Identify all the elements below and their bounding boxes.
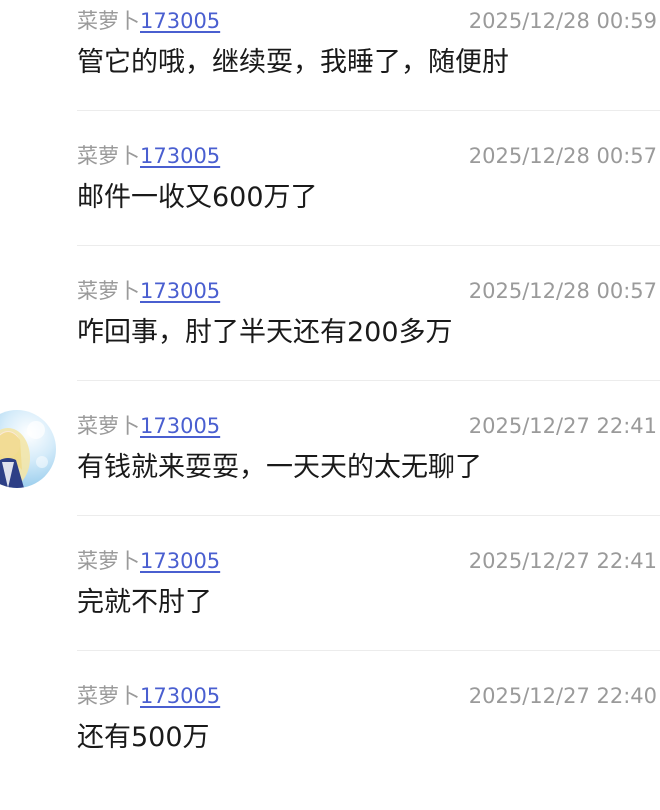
comment-author: 菜萝卜173005 bbox=[77, 143, 220, 169]
comment-feed: 菜萝卜173005 2025/12/28 00:59 管它的哦，继续耍，我睡了，… bbox=[0, 0, 660, 797]
author-id-link[interactable]: 173005 bbox=[140, 9, 220, 33]
comment-text: 有钱就来耍耍，一天天的太无聊了 bbox=[77, 452, 482, 483]
comment-text: 咋回事，肘了半天还有200多万 bbox=[77, 317, 453, 348]
author-name: 菜萝卜 bbox=[77, 144, 140, 168]
comment-text: 邮件一收又600万了 bbox=[77, 182, 318, 213]
comment-divider bbox=[77, 245, 660, 246]
comment-meta: 菜萝卜173005 2025/12/28 00:59 bbox=[77, 8, 657, 34]
author-id-link[interactable]: 173005 bbox=[140, 684, 220, 708]
comment-text: 完就不肘了 bbox=[77, 587, 212, 618]
comment-author: 菜萝卜173005 bbox=[77, 8, 220, 34]
author-name: 菜萝卜 bbox=[77, 684, 140, 708]
author-id-link[interactable]: 173005 bbox=[140, 279, 220, 303]
comment-item: 菜萝卜173005 2025/12/28 00:57 咋回事，肘了半天还有200… bbox=[0, 270, 660, 405]
author-name: 菜萝卜 bbox=[77, 279, 140, 303]
comment-author: 菜萝卜173005 bbox=[77, 413, 220, 439]
comment-meta: 菜萝卜173005 2025/12/27 22:41 bbox=[77, 548, 657, 574]
comment-meta: 菜萝卜173005 2025/12/28 00:57 bbox=[77, 143, 657, 169]
author-id-link[interactable]: 173005 bbox=[140, 144, 220, 168]
author-id-link[interactable]: 173005 bbox=[140, 549, 220, 573]
comment-divider bbox=[77, 650, 660, 651]
author-name: 菜萝卜 bbox=[77, 9, 140, 33]
comment-timestamp: 2025/12/27 22:41 bbox=[468, 549, 657, 573]
comment-timestamp: 2025/12/27 22:41 bbox=[468, 414, 657, 438]
comment-author: 菜萝卜173005 bbox=[77, 548, 220, 574]
comment-meta: 菜萝卜173005 2025/12/27 22:41 bbox=[77, 413, 657, 439]
comment-item: 菜萝卜173005 2025/12/27 22:41 完就不肘了 bbox=[0, 540, 660, 675]
author-name: 菜萝卜 bbox=[77, 549, 140, 573]
comment-divider bbox=[77, 515, 660, 516]
comment-item: 菜萝卜173005 2025/12/27 22:40 还有500万 bbox=[0, 675, 660, 810]
comment-divider bbox=[77, 110, 660, 111]
comment-divider bbox=[77, 380, 660, 381]
author-id-link[interactable]: 173005 bbox=[140, 414, 220, 438]
comment-item: 菜萝卜173005 2025/12/27 22:41 有钱就来耍耍，一天天的太无… bbox=[0, 405, 660, 540]
comment-author: 菜萝卜173005 bbox=[77, 683, 220, 709]
user-avatar[interactable] bbox=[0, 410, 56, 488]
author-name: 菜萝卜 bbox=[77, 414, 140, 438]
comment-timestamp: 2025/12/28 00:57 bbox=[468, 279, 657, 303]
comment-meta: 菜萝卜173005 2025/12/28 00:57 bbox=[77, 278, 657, 304]
comment-timestamp: 2025/12/27 22:40 bbox=[468, 684, 657, 708]
avatar-anime-girl-icon bbox=[0, 421, 48, 488]
comment-item: 菜萝卜173005 2025/12/28 00:57 邮件一收又600万了 bbox=[0, 135, 660, 270]
comment-text: 还有500万 bbox=[77, 722, 210, 753]
comment-meta: 菜萝卜173005 2025/12/27 22:40 bbox=[77, 683, 657, 709]
comment-item: 菜萝卜173005 2025/12/28 00:59 管它的哦，继续耍，我睡了，… bbox=[0, 0, 660, 135]
comment-timestamp: 2025/12/28 00:57 bbox=[468, 144, 657, 168]
comment-text: 管它的哦，继续耍，我睡了，随便肘 bbox=[77, 47, 509, 78]
comment-timestamp: 2025/12/28 00:59 bbox=[468, 9, 657, 33]
comment-author: 菜萝卜173005 bbox=[77, 278, 220, 304]
